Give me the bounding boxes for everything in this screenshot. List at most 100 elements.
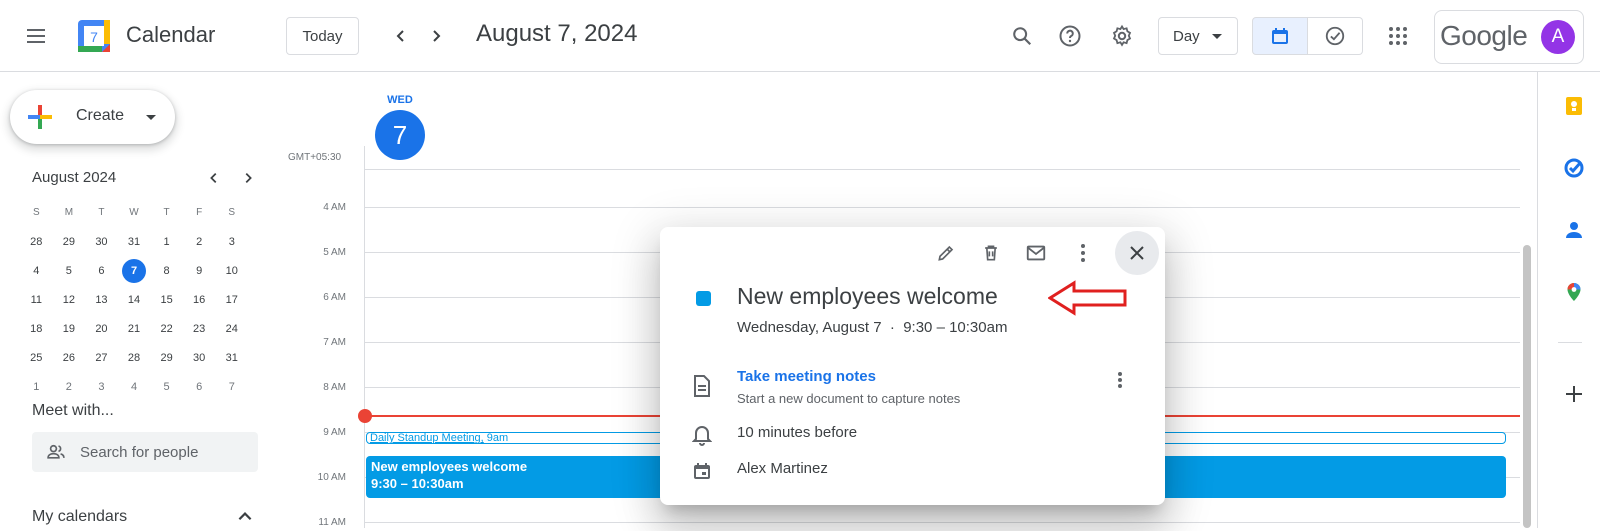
hour-label: 8 AM (323, 382, 346, 393)
add-addon-plus-icon[interactable] (1560, 380, 1588, 408)
mini-day[interactable]: 25 (20, 346, 53, 370)
keep-icon[interactable] (1560, 92, 1588, 120)
meeting-notes-hint: Start a new document to capture notes (737, 391, 961, 406)
my-calendars-title[interactable]: My calendars (32, 508, 127, 526)
calendar-owner-icon (690, 459, 714, 483)
hour-label: 7 AM (323, 337, 346, 348)
mini-week-row: 28 29 30 31 1 2 3 (20, 227, 248, 256)
create-caret-icon[interactable] (146, 115, 156, 120)
mini-day[interactable]: 31 (215, 346, 248, 370)
email-envelope-icon[interactable] (1018, 235, 1054, 271)
weekday-head: S (32, 206, 40, 218)
take-meeting-notes-link[interactable]: Take meeting notes (737, 368, 876, 385)
mini-day[interactable]: 1 (150, 230, 183, 254)
red-arrow-annotation-icon (1047, 280, 1128, 316)
mini-day[interactable]: 30 (85, 230, 118, 254)
mini-day[interactable]: 3 (215, 230, 248, 254)
notes-more-options-icon[interactable] (1102, 362, 1138, 398)
mini-day[interactable]: 23 (183, 317, 216, 341)
mini-day[interactable]: 20 (85, 317, 118, 341)
bell-icon (690, 423, 714, 447)
mini-day[interactable]: 27 (85, 346, 118, 370)
mini-day[interactable]: 28 (20, 230, 53, 254)
edit-pencil-icon[interactable] (928, 235, 964, 271)
app-title: Calendar (126, 22, 216, 47)
search-icon[interactable] (1004, 18, 1040, 54)
svg-text:7: 7 (90, 29, 98, 45)
view-selector[interactable]: Day (1158, 17, 1238, 55)
mini-day[interactable]: 30 (183, 346, 216, 370)
mini-day[interactable]: 18 (20, 317, 53, 341)
mini-day[interactable]: 7 (215, 375, 248, 399)
mini-day[interactable]: 2 (53, 375, 86, 399)
timezone-label: GMT+05:30 (288, 152, 342, 163)
mini-day[interactable]: 10 (215, 259, 248, 283)
event-color-square (696, 291, 711, 306)
close-icon[interactable] (1115, 231, 1159, 275)
mini-day[interactable]: 15 (150, 288, 183, 312)
hour-label: 5 AM (323, 247, 346, 258)
day-view-scrollbar[interactable] (1523, 245, 1531, 528)
avatar[interactable]: A (1541, 20, 1575, 54)
mini-day[interactable]: 17 (215, 288, 248, 312)
mini-day[interactable]: 28 (118, 346, 151, 370)
mini-day[interactable]: 6 (183, 375, 216, 399)
search-people-field[interactable] (32, 432, 258, 472)
create-button[interactable]: Create (10, 90, 175, 144)
next-day-icon[interactable] (422, 22, 450, 50)
mini-calendar-grid: S M T W T F S 28 29 30 31 1 2 3 4 5 6 7 … (20, 198, 248, 401)
calendar-logo-icon: 7 (76, 18, 112, 54)
mini-day[interactable]: 31 (118, 230, 151, 254)
mini-next-month-icon[interactable] (236, 166, 260, 190)
calendar-icon (1272, 28, 1288, 44)
mini-day[interactable]: 13 (85, 288, 118, 312)
create-plus-icon (28, 105, 52, 129)
mini-day[interactable]: 21 (118, 317, 151, 341)
mini-week-row: 18 19 20 21 22 23 24 (20, 314, 248, 343)
tasks-view-toggle[interactable] (1307, 17, 1363, 55)
mini-day[interactable]: 14 (118, 288, 151, 312)
mini-day[interactable]: 22 (150, 317, 183, 341)
mini-day[interactable]: 24 (215, 317, 248, 341)
mini-day[interactable]: 1 (20, 375, 53, 399)
help-icon[interactable] (1052, 18, 1088, 54)
event-standup-title: Daily Standup Meeting, (370, 432, 484, 444)
mini-day[interactable]: 8 (150, 259, 183, 283)
mini-prev-month-icon[interactable] (202, 166, 226, 190)
mini-day[interactable]: 11 (20, 288, 53, 312)
contacts-icon[interactable] (1560, 216, 1588, 244)
maps-icon[interactable] (1560, 278, 1588, 306)
mini-day[interactable]: 16 (183, 288, 216, 312)
tasks-icon[interactable] (1560, 154, 1588, 182)
mini-day[interactable]: 2 (183, 230, 216, 254)
main-menu-icon[interactable] (24, 24, 48, 48)
day-number-button[interactable]: 7 (375, 110, 425, 160)
current-date-title: August 7, 2024 (476, 20, 638, 47)
weekday-head: F (196, 206, 203, 218)
mini-day[interactable]: 26 (53, 346, 86, 370)
mini-day[interactable]: 4 (20, 259, 53, 283)
calendar-view-toggle[interactable] (1252, 17, 1308, 55)
mini-day-selected[interactable]: 7 (118, 258, 151, 283)
previous-day-icon[interactable] (387, 22, 415, 50)
today-button[interactable]: Today (286, 17, 359, 55)
mini-day[interactable]: 9 (183, 259, 216, 283)
mini-day[interactable]: 29 (53, 230, 86, 254)
side-panel-divider (1558, 342, 1582, 343)
more-options-icon[interactable] (1065, 235, 1101, 271)
delete-trash-icon[interactable] (973, 235, 1009, 271)
mini-day[interactable]: 29 (150, 346, 183, 370)
mini-day[interactable]: 5 (150, 375, 183, 399)
mini-day[interactable]: 5 (53, 259, 86, 283)
apps-grid-icon[interactable] (1380, 18, 1416, 54)
mini-day[interactable]: 4 (118, 375, 151, 399)
mini-day[interactable]: 19 (53, 317, 86, 341)
mini-day[interactable]: 6 (85, 259, 118, 283)
settings-gear-icon[interactable] (1104, 18, 1140, 54)
mini-day[interactable]: 3 (85, 375, 118, 399)
mini-day[interactable]: 12 (53, 288, 86, 312)
chevron-up-icon[interactable] (236, 508, 256, 528)
search-people-input[interactable] (80, 443, 240, 461)
event-standup-time: 9am (483, 432, 509, 444)
task-check-icon (1325, 26, 1344, 46)
